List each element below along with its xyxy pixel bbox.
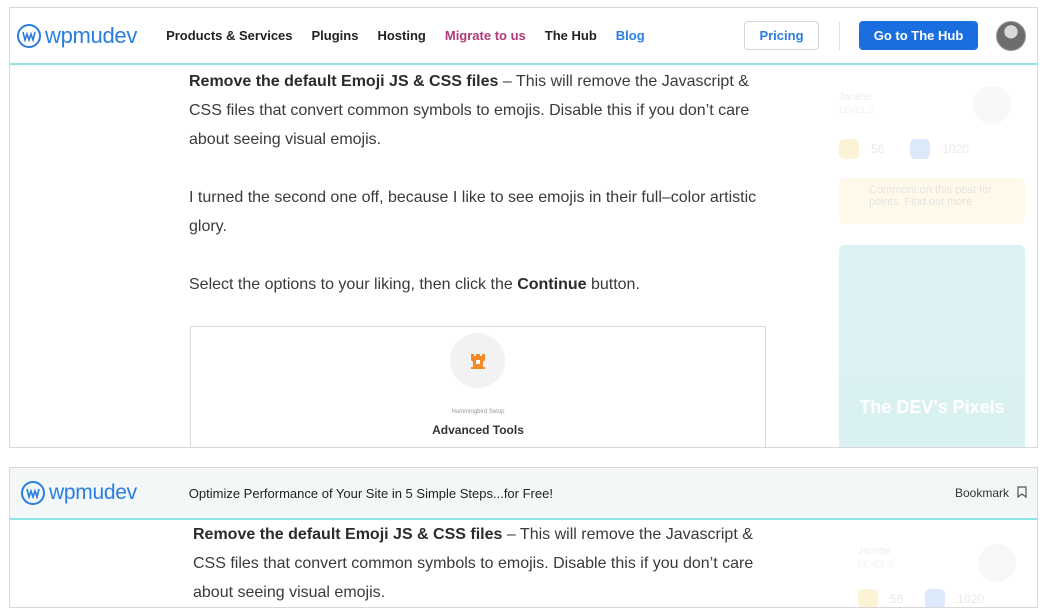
- author-stat-2: 1020: [942, 142, 970, 156]
- sticky-post-title: Optimize Performance of Your Site in 5 S…: [188, 485, 553, 501]
- nav-link-hosting[interactable]: Hosting: [377, 28, 425, 43]
- author-stats: 56 1020: [839, 139, 1025, 159]
- wpmudev-logo-text: wpmudev: [45, 22, 138, 48]
- devs-pixels-title: The DEV's Pixels: [859, 397, 1005, 417]
- wpmudev-logo[interactable]: wpmudev: [17, 23, 137, 49]
- comments-icon: [925, 589, 946, 607]
- nav-link-blog[interactable]: Blog: [616, 28, 645, 43]
- article-paragraph-emoji: Remove the default Emoji JS & CSS files …: [189, 67, 769, 154]
- article-paragraph-glory: I turned the second one off, because I l…: [189, 189, 757, 235]
- nav-link-products[interactable]: Products & Services: [166, 28, 292, 43]
- nav-links: Products & Services Plugins Hosting Migr…: [166, 28, 664, 43]
- hummingbird-setup-screenshot: Hummingbird Setup Advanced Tools: [190, 326, 766, 447]
- nav-divider: [839, 21, 840, 50]
- emoji-option-title: Remove the default Emoji JS & CSS files: [189, 73, 499, 90]
- wpmudev-logo-text: wpmudev: [49, 481, 137, 504]
- continue-text-before: Select the options to your liking, then …: [189, 276, 518, 293]
- screenshot-title: Advanced Tools: [432, 423, 524, 437]
- bookmark-label: Bookmark: [954, 486, 1009, 500]
- pricing-button[interactable]: Pricing: [744, 21, 819, 50]
- nav-link-plugins[interactable]: Plugins: [312, 28, 359, 43]
- nav-link-the-hub[interactable]: The Hub: [545, 28, 597, 43]
- points-note: Comment on this post for points. Find ou…: [839, 178, 1025, 224]
- devs-pixels-card: The DEV's Pixels: [839, 245, 1025, 447]
- author-avatar: [978, 544, 1016, 582]
- hummingbird-castle-icon: [450, 333, 505, 388]
- emoji-option-title: Remove the default Emoji JS & CSS files: [193, 526, 503, 543]
- page-view-sticky: wpmudev Optimize Performance of Your Sit…: [9, 467, 1038, 608]
- wpmudev-logo-icon: [21, 481, 45, 505]
- sticky-header: wpmudev Optimize Performance of Your Sit…: [10, 468, 1037, 520]
- user-avatar[interactable]: [996, 20, 1026, 51]
- author-sidebar: Janette LEVEL 6 56 1020: [839, 86, 1025, 159]
- article-paragraph-continue: Select the options to your liking, then …: [189, 270, 769, 299]
- comments-icon: [910, 139, 931, 159]
- author-stat-1: 56: [871, 142, 885, 156]
- screenshot-small-label: Hummingbird Setup: [451, 409, 505, 415]
- article-body-sticky: Remove the default Emoji JS & CSS files …: [193, 520, 773, 607]
- points-note-text: Comment on this post for points. Find ou…: [869, 184, 992, 208]
- continue-text-after: button.: [586, 276, 640, 293]
- top-navigation: wpmudev Products & Services Plugins Host…: [10, 8, 1037, 65]
- wpmudev-logo-icon: [17, 23, 41, 48]
- page-view-top: wpmudev Products & Services Plugins Host…: [9, 7, 1038, 448]
- points-icon: [839, 139, 859, 159]
- author-avatar: [973, 86, 1011, 124]
- wpmudev-logo-sticky[interactable]: wpmudev: [21, 481, 137, 505]
- author-stat-2: 1020: [957, 592, 985, 606]
- author-sidebar-sticky: Janette LEVEL 6 56 1020: [858, 544, 1018, 607]
- bookmark-button[interactable]: Bookmark: [954, 485, 1027, 501]
- points-icon: [858, 589, 878, 607]
- go-to-hub-button[interactable]: Go to The Hub: [859, 21, 978, 50]
- author-stat-1: 56: [890, 592, 904, 606]
- continue-label: Continue: [517, 276, 587, 293]
- bookmark-icon: [1017, 485, 1027, 501]
- nav-actions: Pricing Go to The Hub: [744, 20, 1026, 51]
- article-paragraph-emoji: Remove the default Emoji JS & CSS files …: [193, 520, 773, 607]
- article-body: Remove the default Emoji JS & CSS files …: [189, 67, 769, 328]
- author-stats: 56 1020: [858, 589, 1018, 607]
- nav-link-migrate[interactable]: Migrate to us: [445, 28, 526, 43]
